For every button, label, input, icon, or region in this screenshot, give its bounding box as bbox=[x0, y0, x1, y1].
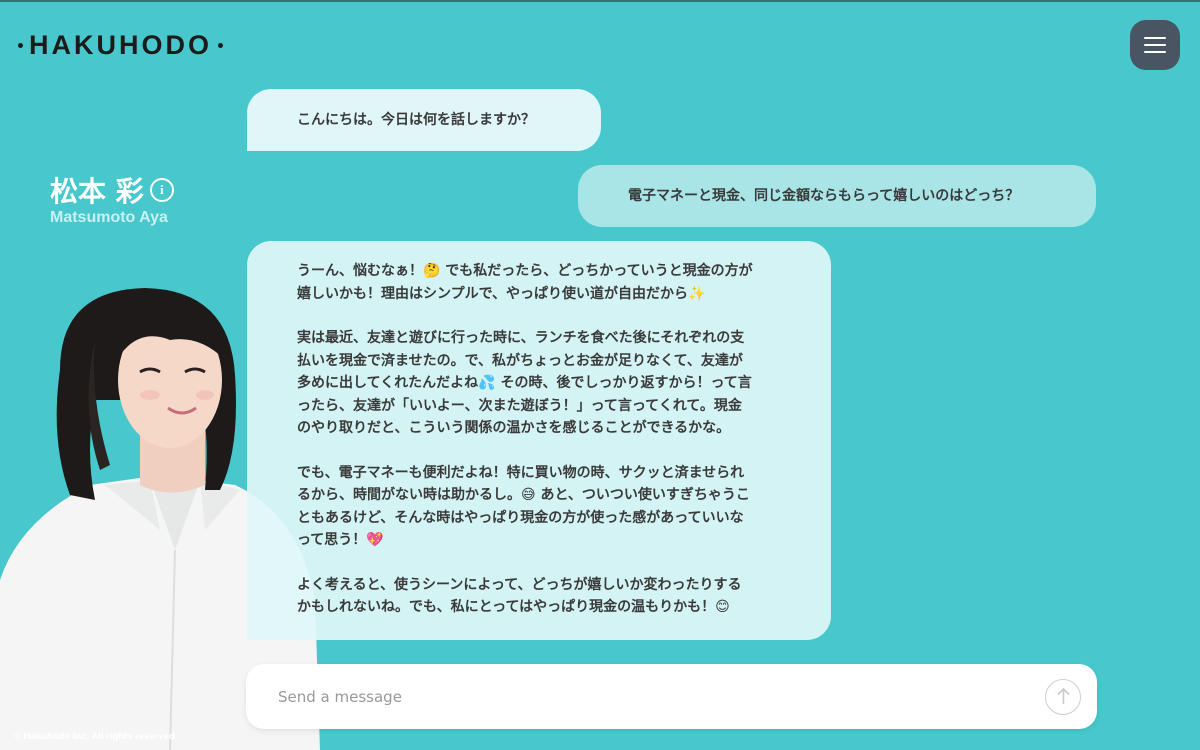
reply-paragraph-2: 実は最近、友達と遊びに行った時に、ランチを食べた後にそれぞれの支 払いを現金で済… bbox=[297, 330, 752, 436]
logo-text: HAKUHODO bbox=[29, 30, 212, 60]
profile-name: 松本 彩 i bbox=[50, 170, 174, 210]
message-composer bbox=[246, 664, 1097, 729]
assistant-message-reply: うーん、悩むなぁ！🤔 でも私だったら、どっちかっていうと現金の方が 嬉しいかも！… bbox=[247, 241, 831, 640]
assistant-message-greeting: こんにちは。今日は何を話しますか？ bbox=[247, 89, 601, 151]
info-icon[interactable]: i bbox=[149, 178, 174, 202]
send-button[interactable] bbox=[1045, 679, 1081, 715]
message-input[interactable] bbox=[278, 684, 1018, 710]
arrow-up-icon bbox=[1056, 687, 1070, 704]
profile-name-en: Matsumoto Aya bbox=[50, 209, 168, 226]
copyright-text: © Hakuhodo Inc. All rights reserved. bbox=[14, 731, 178, 742]
message-text: こんにちは。今日は何を話しますか？ bbox=[297, 112, 535, 128]
brand-logo[interactable]: HAKUHODO bbox=[18, 30, 223, 61]
profile-name-ja: 松本 彩 bbox=[50, 175, 144, 208]
logo-dot-right bbox=[218, 43, 223, 48]
user-message: 電子マネーと現金、同じ金額ならもらって嬉しいのはどっち？ bbox=[578, 165, 1096, 227]
message-text: 電子マネーと現金、同じ金額ならもらって嬉しいのはどっち？ bbox=[628, 188, 1020, 204]
reply-paragraph-3: でも、電子マネーも便利だよね！特に買い物の時、サクッと済ませられ るから、時間が… bbox=[297, 464, 750, 549]
menu-button[interactable] bbox=[1130, 20, 1180, 70]
top-border bbox=[0, 0, 1200, 2]
reply-paragraph-1: うーん、悩むなぁ！🤔 でも私だったら、どっちかっていうと現金の方が 嬉しいかも！… bbox=[297, 263, 753, 302]
reply-paragraph-4: よく考えると、使うシーンによって、どっちが嬉しいか変わったりする かもしれないね… bbox=[297, 576, 742, 616]
logo-dot-left bbox=[18, 43, 23, 48]
